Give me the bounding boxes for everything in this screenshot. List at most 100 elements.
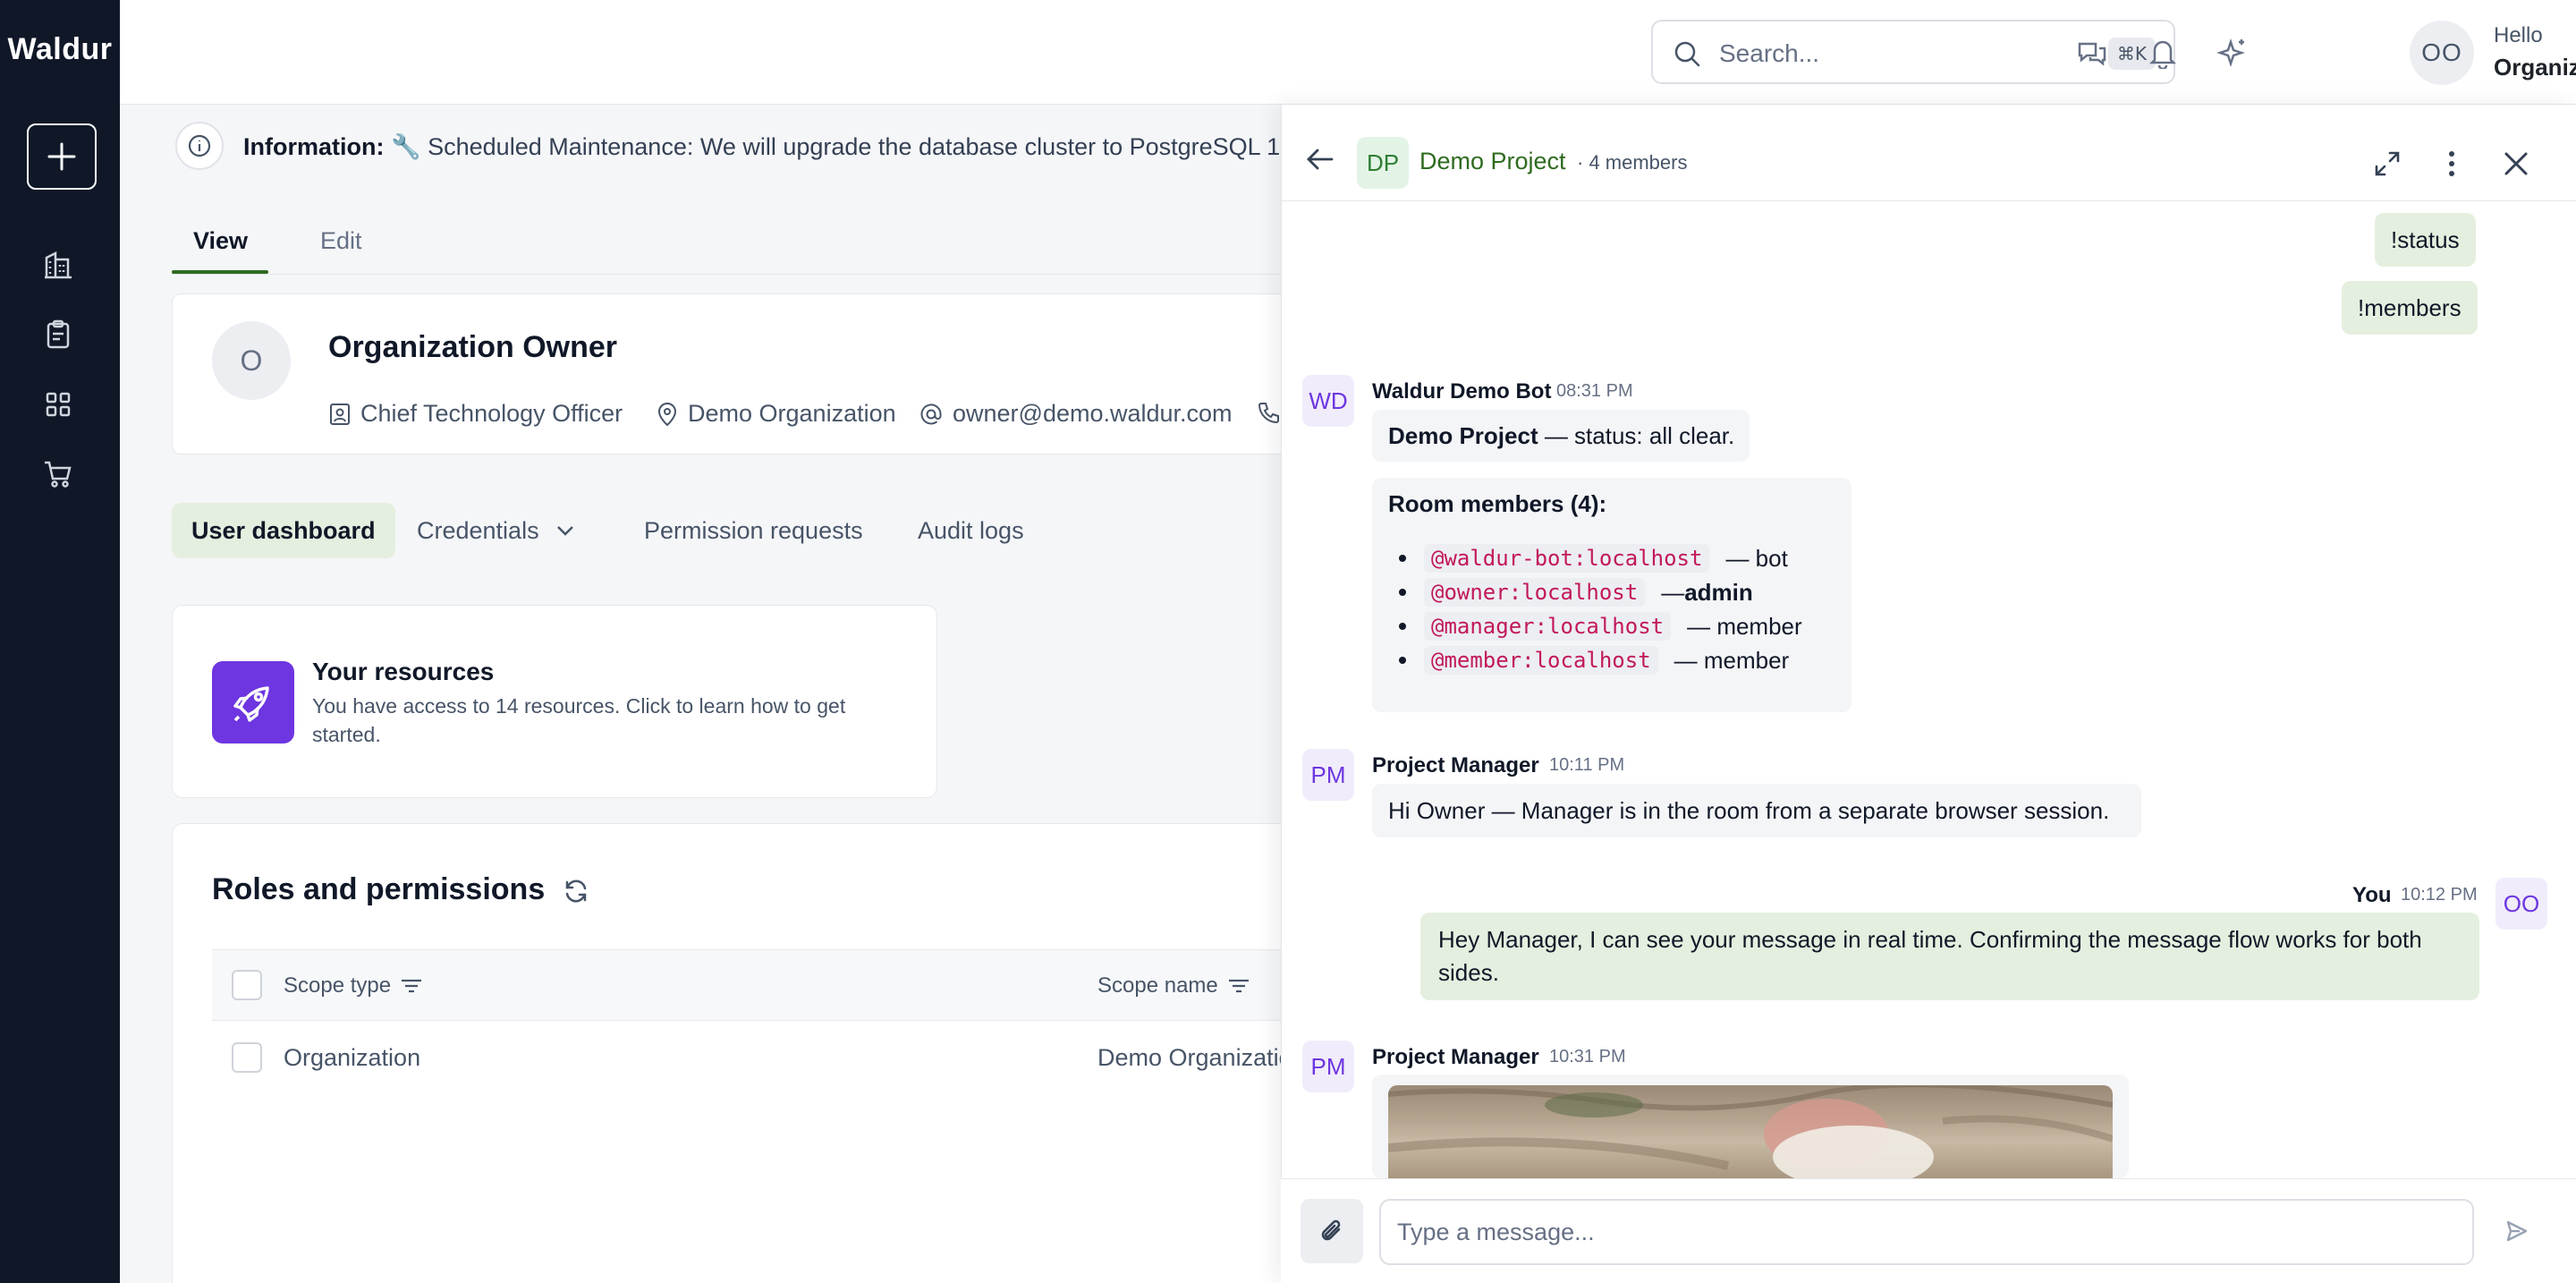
room-name[interactable]: Demo Project [1419,148,1566,175]
paperclip-icon [1321,1219,1341,1241]
message-bubble-status: !status [2375,213,2476,267]
grid-icon [46,392,71,417]
cat-photo-image[interactable] [1388,1085,2113,1179]
message-sender: Waldur Demo Bot [1372,379,1552,404]
attach-button[interactable] [1301,1199,1363,1263]
roles-table-header: Scope type Scope name [212,949,1425,1021]
cell-scope-name[interactable]: Demo Organizatio [1097,1044,1292,1072]
chevron-down-icon [556,526,573,536]
list-item: @member:localhost — member [1399,646,1789,675]
clipboard-icon [47,319,70,349]
room-member-count: · 4 members [1577,151,1688,174]
ai-assistant-button[interactable] [2214,34,2251,72]
avatar: OO [2496,878,2547,930]
message-sender: You [2352,883,2392,907]
phone-icon [1258,403,1279,424]
cart-icon [45,461,72,488]
search-icon [1674,41,1700,67]
chat-composer [1281,1178,2576,1283]
bell-icon [2148,40,2177,69]
roles-title: Roles and permissions [212,872,546,906]
building-icon [45,251,72,279]
select-all-checkbox[interactable] [232,970,262,1000]
profile-phone [1257,400,1282,425]
greeting-text: Hello [2494,23,2543,47]
resources-card[interactable]: Your resources You have access to 14 res… [172,605,937,798]
message-bubble-you: Hey Manager, I can see your message in r… [1420,913,2479,1000]
resources-description: You have access to 14 resources. Click t… [312,694,846,746]
user-name[interactable]: Organization [2494,54,2576,81]
user-avatar[interactable]: OO [2410,21,2474,85]
map-pin-icon [657,402,677,426]
profile-card: O Organization Owner Chief Technology Of… [172,293,1424,455]
tab-view[interactable]: View [193,227,248,255]
message-bubble-bot-status: Demo Project — status: all clear. [1372,410,1750,462]
profile-organization: Demo Organization [656,400,896,428]
tab-edit[interactable]: Edit [320,227,362,255]
room-avatar: DP [1357,137,1409,189]
info-label: Information: [243,133,385,160]
close-icon [2504,152,2528,175]
tabs-divider [172,274,1379,275]
message-input[interactable] [1379,1199,2474,1265]
search-placeholder: Search... [1719,39,1820,67]
left-sidebar: Waldur [0,0,120,1283]
notifications-button[interactable] [2144,34,2182,72]
refresh-icon [565,879,587,903]
row-checkbox[interactable] [232,1042,262,1073]
close-chat-button[interactable] [2498,146,2534,182]
nav-projects[interactable] [40,317,76,353]
subtab-user-dashboard[interactable]: User dashboard [172,503,395,558]
list-item: @owner:localhost — admin [1399,578,1753,607]
expand-icon [2375,151,2400,176]
profile-email: owner@demo.waldur.com [919,400,1233,428]
avatar: WD [1302,375,1354,427]
profile-job-title: Chief Technology Officer [328,400,623,428]
plus-icon [47,142,76,171]
nav-marketplace[interactable] [40,387,76,422]
filter-icon [1228,979,1249,993]
message-time: 10:31 PM [1549,1047,1626,1066]
sparkles-icon [2216,38,2245,67]
id-badge-icon [330,403,350,425]
refresh-button[interactable] [557,872,595,910]
back-arrow-icon[interactable] [1305,146,1335,173]
brand-logo[interactable]: Waldur [0,32,120,67]
column-scope-name[interactable]: Scope name [1097,973,1250,998]
expand-button[interactable] [2369,146,2405,182]
subtab-audit-logs[interactable]: Audit logs [898,503,1044,558]
info-text: 🔧 Scheduled Maintenance: We will upgrade… [391,133,1322,160]
message-time: 10:12 PM [2401,885,2478,905]
send-icon [2506,1220,2528,1242]
chat-header: DP Demo Project · 4 members [1282,105,2576,201]
roles-card: Roles and permissions Scope type Scope n… [172,823,1425,1283]
resources-title: Your resources [312,658,495,685]
nav-cart[interactable] [40,456,76,492]
subtab-credentials[interactable]: Credentials [397,503,595,558]
list-item: @waldur-bot:localhost — bot [1399,544,1788,573]
more-vertical-icon [2449,151,2454,176]
column-scope-type[interactable]: Scope type [284,973,423,998]
profile-name: Organization Owner [328,330,618,364]
chat-bubbles-icon [2078,42,2106,66]
message-bubble-members: !members [2342,281,2478,335]
rocket-icon [212,661,294,743]
message-sender: Project Manager [1372,753,1539,777]
chat-button[interactable] [2073,34,2111,72]
message-bubble-manager: Hi Owner — Manager is in the room from a… [1372,784,2141,837]
nav-organizations[interactable] [40,247,76,283]
avatar: PM [1302,749,1354,801]
subtab-permission-requests[interactable]: Permission requests [624,503,883,558]
message-bubble-room-members: Room members (4): @waldur-bot:localhost —… [1372,478,1852,712]
create-button[interactable] [27,123,97,190]
profile-avatar: O [212,321,291,400]
avatar: PM [1302,1041,1354,1092]
message-time: 10:11 PM [1549,755,1625,775]
cell-scope-type: Organization [284,1044,421,1071]
more-options-button[interactable] [2434,146,2470,182]
message-sender: Project Manager [1372,1045,1539,1069]
info-icon [175,122,224,170]
send-button[interactable] [2499,1213,2535,1249]
list-item: @manager:localhost — member [1399,612,1802,641]
info-message: Information: 🔧 Scheduled Maintenance: We… [243,132,1322,161]
